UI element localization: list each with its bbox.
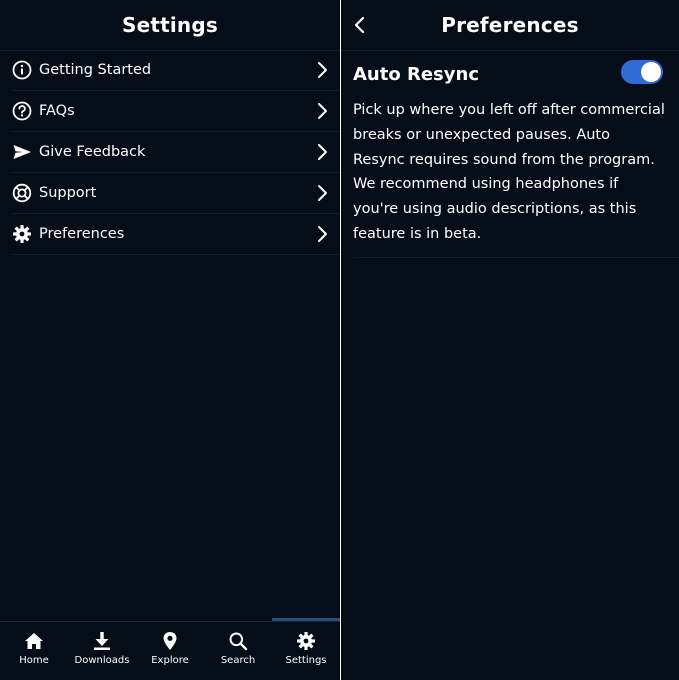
settings-screen: Settings Getting Started FAQs Give Feedb…: [0, 0, 340, 680]
menu-item-label: Give Feedback: [39, 144, 146, 160]
menu-item-getting-started[interactable]: Getting Started: [12, 50, 340, 91]
preferences-screen: Preferences Auto Resync Pick up where yo…: [341, 0, 679, 680]
chevron-right-icon: [318, 226, 327, 242]
nav-label: Explore: [151, 655, 189, 666]
lifebuoy-icon: [12, 183, 32, 203]
toggle-knob: [641, 62, 661, 82]
nav-label: Home: [19, 655, 49, 666]
nav-tab-home[interactable]: Home: [0, 622, 68, 680]
back-button[interactable]: [347, 12, 373, 38]
nav-label: Downloads: [74, 655, 130, 666]
menu-item-give-feedback[interactable]: Give Feedback: [12, 132, 340, 173]
bottom-nav: Home Downloads Explore Search Settings: [0, 618, 340, 680]
chevron-right-icon: [318, 62, 327, 78]
gear-icon: [12, 224, 32, 244]
preferences-header: Preferences: [341, 0, 679, 51]
nav-tab-search[interactable]: Search: [204, 622, 272, 680]
menu-item-label: Preferences: [39, 226, 125, 242]
menu-item-label: Support: [39, 185, 97, 201]
question-icon: [12, 101, 32, 121]
download-icon: [92, 631, 112, 651]
menu-item-support[interactable]: Support: [12, 173, 340, 214]
menu-item-faqs[interactable]: FAQs: [12, 91, 340, 132]
chevron-right-icon: [318, 103, 327, 119]
nav-label: Search: [220, 655, 256, 666]
screenshot-stage: Settings Getting Started FAQs Give Feedb…: [0, 0, 679, 680]
chevron-right-icon: [318, 185, 327, 201]
search-icon: [228, 631, 248, 651]
location-pin-icon: [160, 631, 180, 651]
gear-icon: [296, 631, 316, 651]
menu-item-label: FAQs: [39, 103, 75, 119]
chevron-right-icon: [318, 144, 327, 160]
nav-tab-downloads[interactable]: Downloads: [68, 622, 136, 680]
active-tab-indicator: [272, 618, 340, 621]
chevron-left-icon: [354, 16, 365, 34]
info-icon: [12, 60, 32, 80]
setting-description: Pick up where you left off after commerc…: [353, 102, 665, 242]
page-title: Preferences: [441, 13, 579, 37]
nav-tab-explore[interactable]: Explore: [136, 622, 204, 680]
auto-resync-setting: Auto Resync Pick up where you left off a…: [353, 50, 679, 258]
menu-item-preferences[interactable]: Preferences: [12, 214, 340, 255]
settings-menu: Getting Started FAQs Give Feedback Suppo…: [12, 50, 340, 255]
page-title: Settings: [121, 13, 218, 37]
nav-label: Settings: [285, 655, 327, 666]
send-icon: [12, 142, 32, 162]
nav-tab-settings[interactable]: Settings: [272, 622, 340, 680]
home-icon: [24, 631, 44, 651]
settings-header: Settings: [0, 0, 340, 51]
menu-item-label: Getting Started: [39, 62, 152, 78]
auto-resync-toggle[interactable]: [621, 60, 663, 84]
